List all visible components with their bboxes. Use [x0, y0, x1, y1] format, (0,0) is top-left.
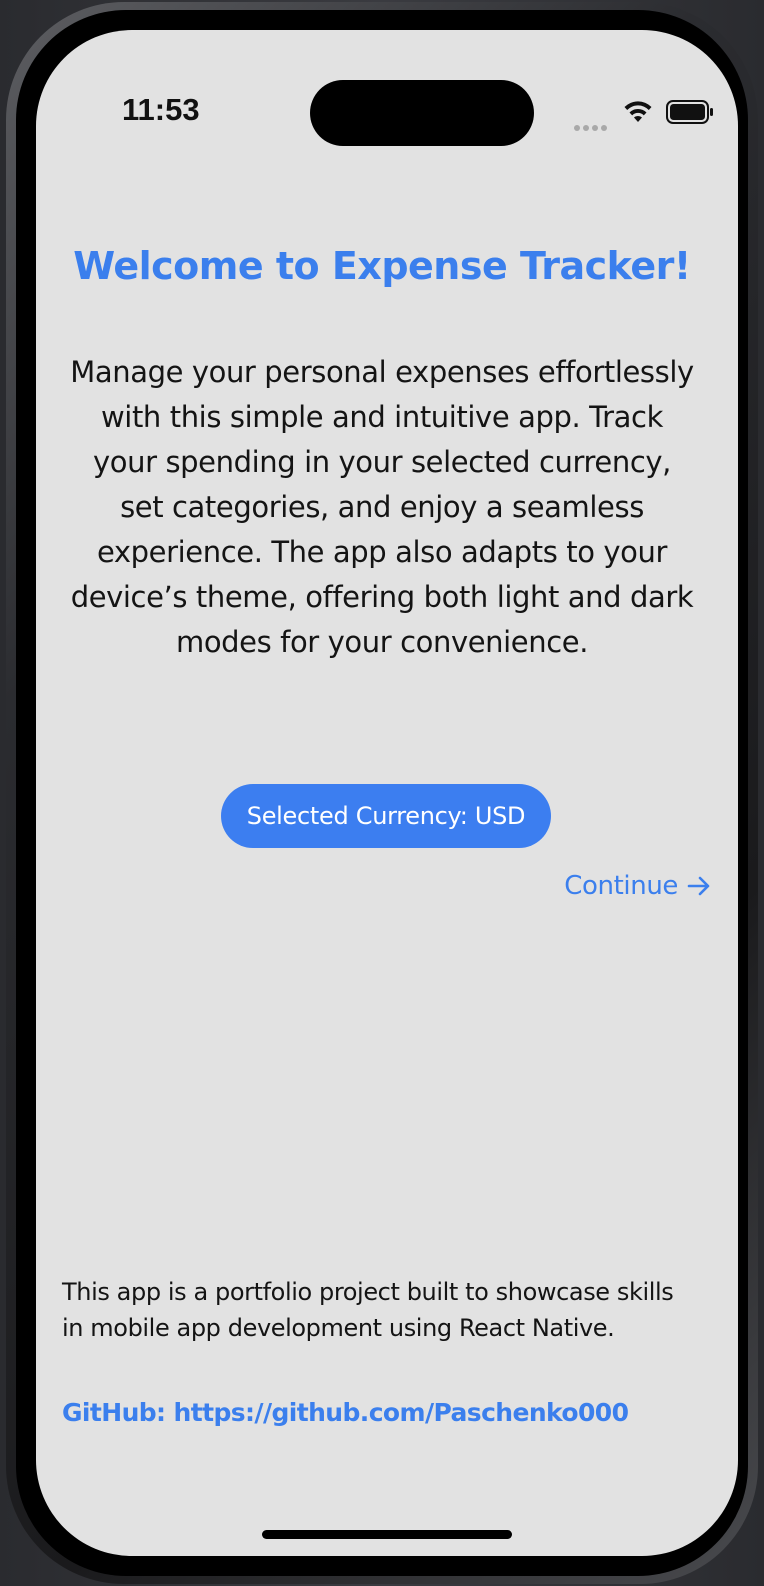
continue-button[interactable]: Continue [552, 866, 712, 906]
arrow-right-icon [687, 876, 710, 896]
welcome-title: Welcome to Expense Tracker! [73, 244, 691, 288]
continue-label: Continue [564, 871, 678, 901]
home-indicator[interactable] [262, 1530, 512, 1539]
about-text: This app is a portfolio project built to… [62, 1278, 674, 1342]
status-time: 11:53 [122, 92, 200, 127]
dynamic-island [310, 80, 534, 146]
signal-icon [574, 116, 610, 131]
github-link[interactable]: GitHub: https://github.com/Paschenko000 [62, 1398, 702, 1427]
welcome-description: Manage your personal expenses effortless… [70, 355, 694, 659]
battery-icon [666, 100, 713, 124]
wifi-icon [624, 101, 652, 122]
currency-select-button[interactable]: Selected Currency: USD [221, 784, 551, 848]
